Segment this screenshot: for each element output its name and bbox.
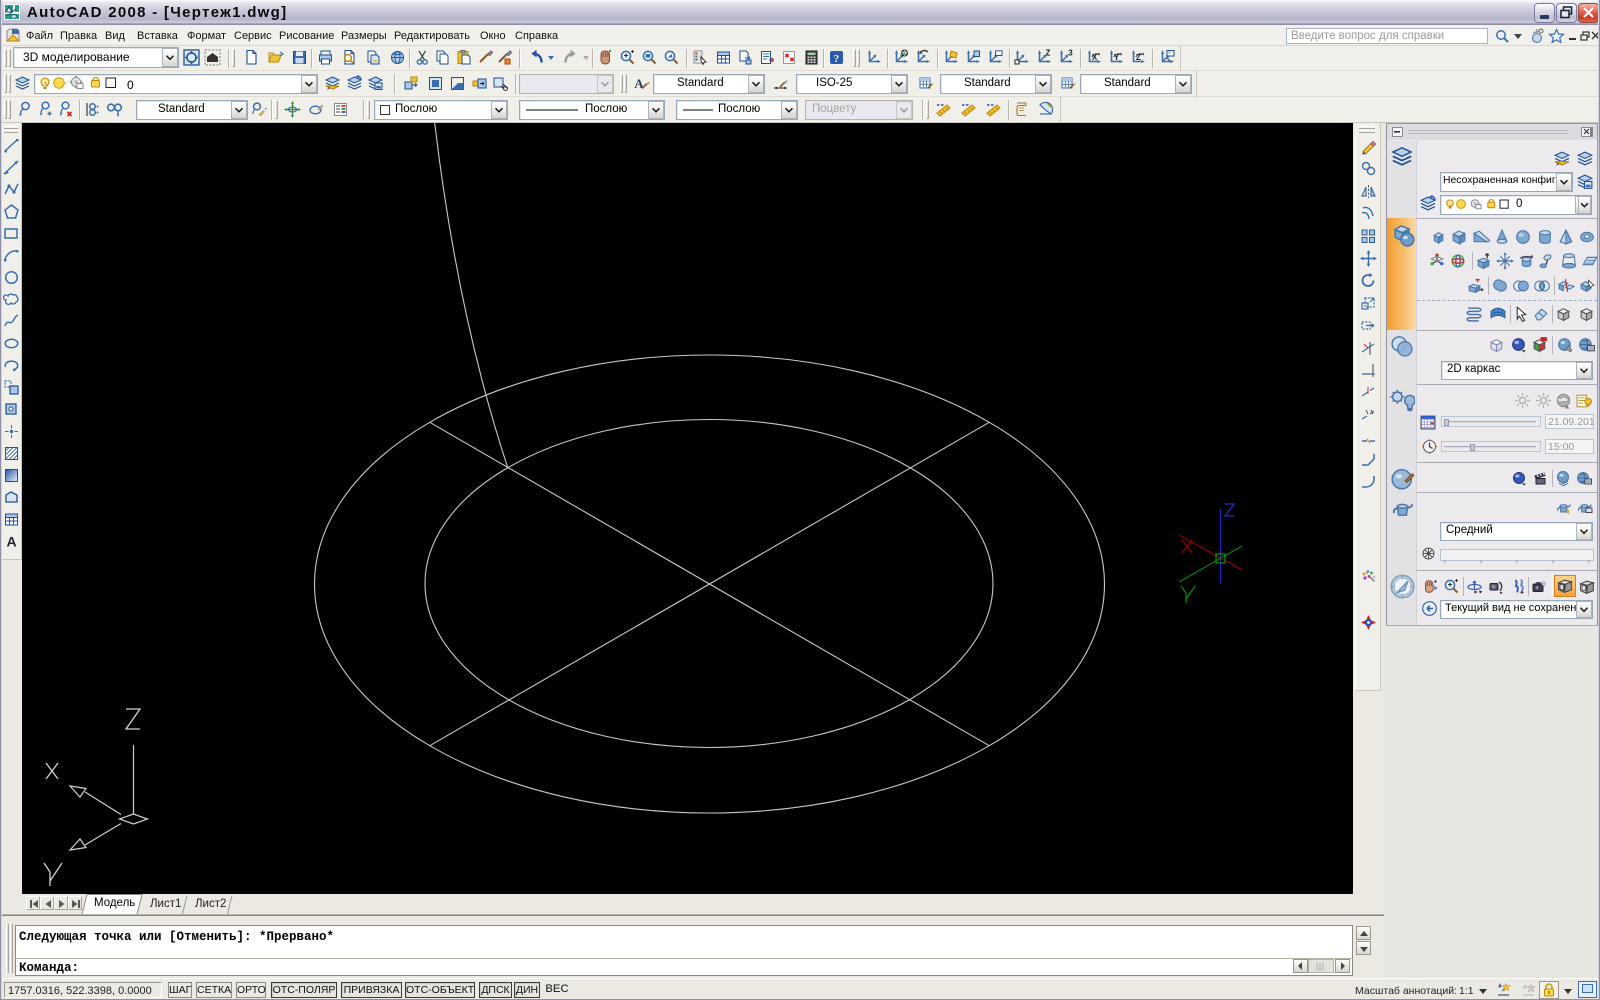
svg-text:3: 3 [1068,49,1073,58]
svg-text:Z: Z [1046,49,1051,58]
svg-text:Z: Z [1136,53,1141,62]
svg-text:X: X [1092,53,1098,62]
svg-text:A: A [6,534,16,550]
svg-text:Y: Y [1114,53,1120,62]
svg-text:?: ? [834,53,840,65]
